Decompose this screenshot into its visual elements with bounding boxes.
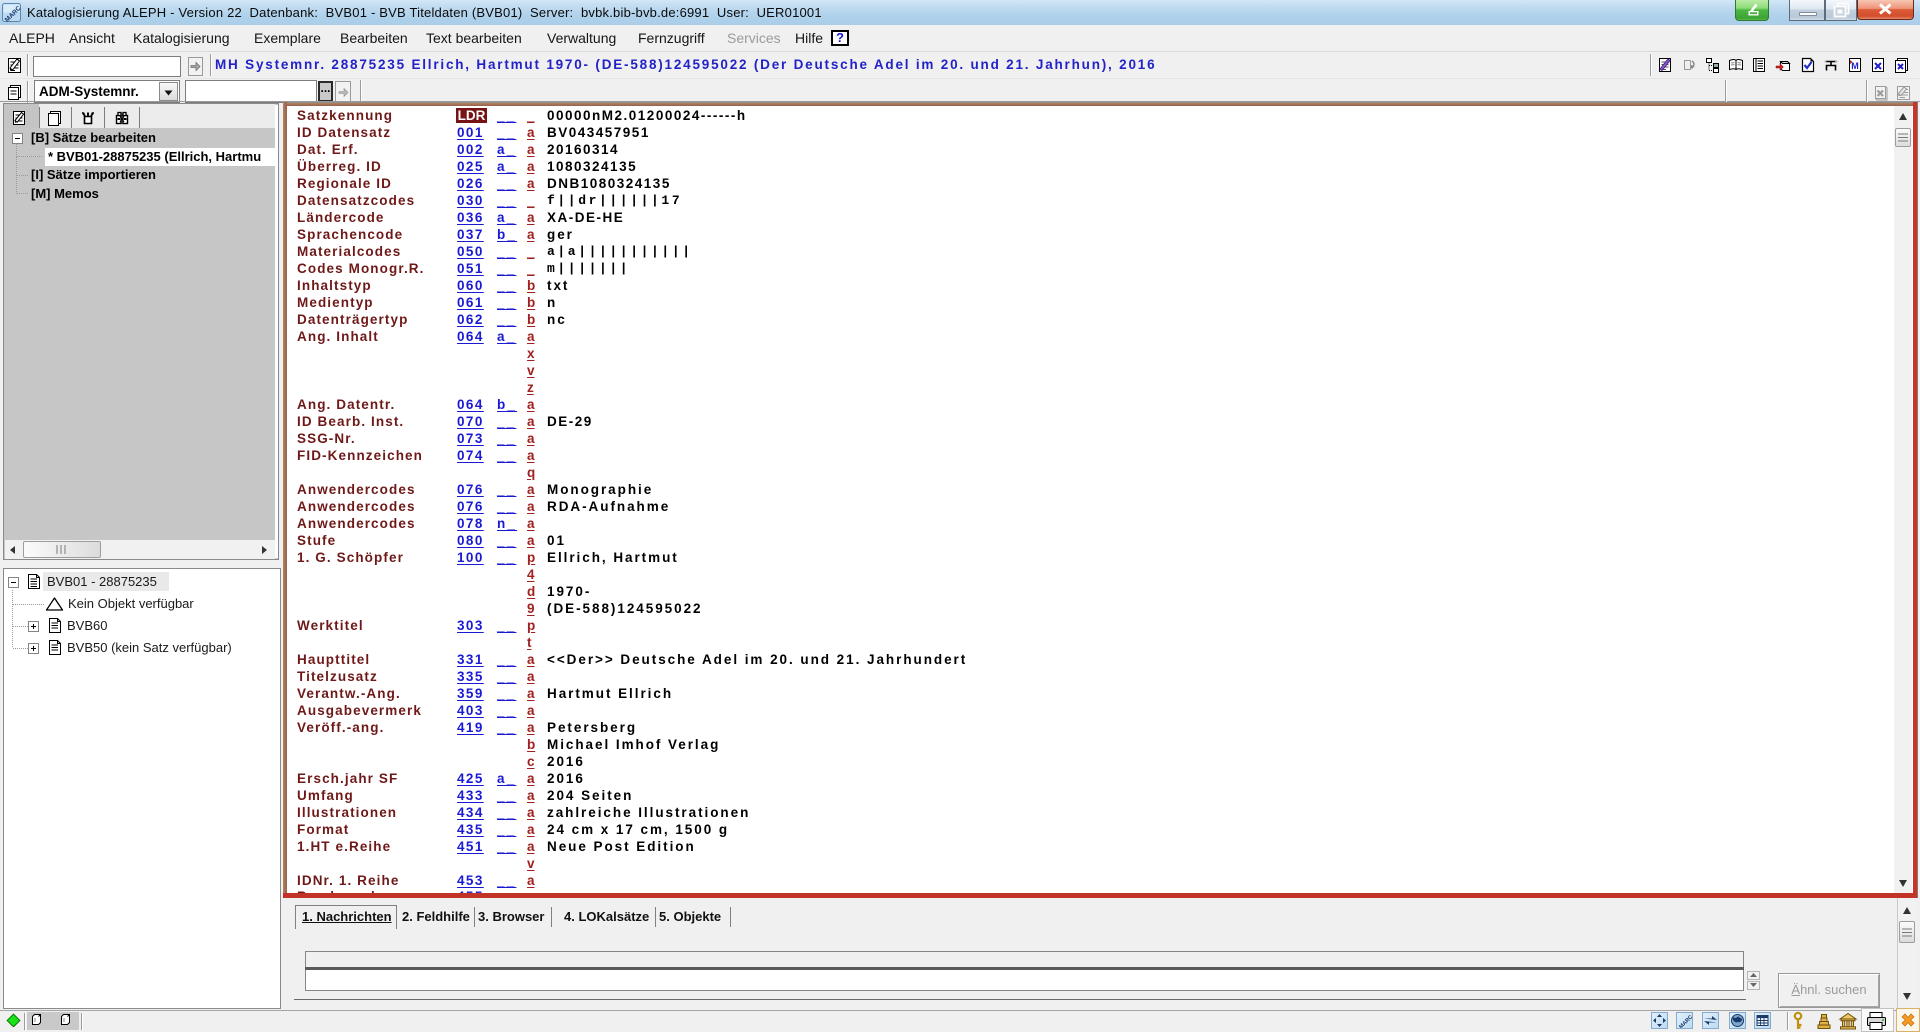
svg-text:M: M: [1851, 61, 1859, 71]
svg-text:MARC: MARC: [1678, 1014, 1692, 1028]
